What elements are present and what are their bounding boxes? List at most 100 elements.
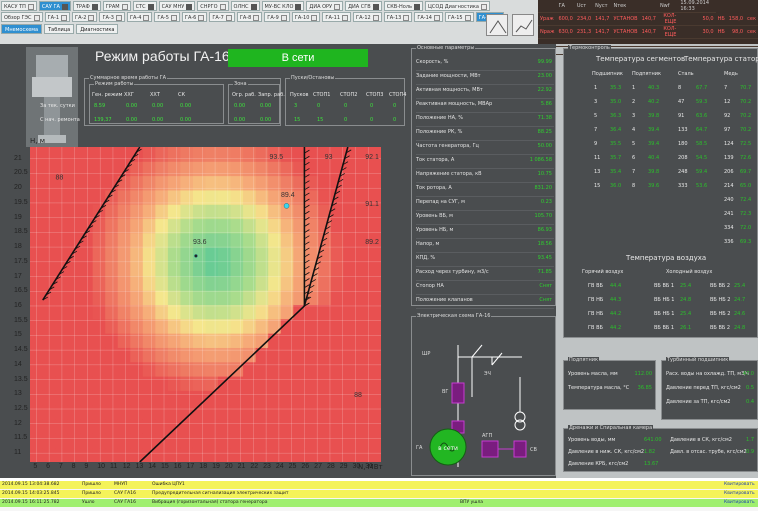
param-value: 93.45 xyxy=(537,255,552,261)
starts-col-header: Пусков xyxy=(290,92,309,98)
heat-cell xyxy=(268,261,282,277)
y-tick-label: 13.5 xyxy=(14,375,28,383)
agp-symbol[interactable] xyxy=(481,440,499,458)
scheme-icon-button[interactable] xyxy=(486,14,508,36)
nav-unit-10[interactable]: ГА-10 xyxy=(291,12,321,22)
heat-cell xyxy=(55,404,69,420)
thermo-cell: 39.8 xyxy=(648,169,660,175)
nav-unit-4[interactable]: ГА-4 xyxy=(126,12,153,22)
heat-cell xyxy=(230,189,244,205)
thermo-cell: 241 xyxy=(724,211,734,217)
heat-cell xyxy=(305,447,319,463)
breaker-vg[interactable] xyxy=(451,382,465,404)
nav-unit-2[interactable]: ГА-2 xyxy=(72,12,98,22)
heat-cell xyxy=(167,304,181,320)
nav-system-7[interactable]: ОЛНС xyxy=(230,1,260,11)
nav-system-12[interactable]: ЦСОД Диагностика xyxy=(424,1,490,11)
heat-cell xyxy=(205,318,219,334)
alarm-ack-button[interactable]: Квитировать xyxy=(724,490,755,498)
nav-unit-1[interactable]: ГА-1 xyxy=(44,12,71,22)
heat-cell xyxy=(55,447,69,463)
heat-cell xyxy=(243,204,257,220)
alarm-ack-button[interactable]: Квитировать xyxy=(724,481,755,489)
nav-system-4[interactable]: СТС xyxy=(132,1,157,11)
operating-mode-chart[interactable]: 88 93.5 93 92.1 91.1 89.2 93.6 88 89.4 xyxy=(30,146,382,463)
nav-system-2[interactable]: ТРАФ xyxy=(72,1,101,11)
nav-system-9[interactable]: ДИА ОРУ xyxy=(306,1,344,11)
nav-system-5[interactable]: САУ МНУ xyxy=(158,1,196,11)
heat-cell xyxy=(343,447,357,463)
alarm-row[interactable]: 2014.09.15 16:11:25.782 Ушло САУ ГА16 Вибра… xyxy=(0,499,758,507)
x-tick-label: 28 xyxy=(326,463,335,470)
nav-unit-12[interactable]: ГА-12 xyxy=(353,12,382,22)
heat-cell xyxy=(218,189,232,205)
heat-cell xyxy=(330,433,344,449)
heat-cell xyxy=(243,404,257,420)
contour-label: 93 xyxy=(325,154,333,161)
heat-cell xyxy=(142,218,156,234)
scheme-label-ga: ГА xyxy=(416,445,423,451)
heat-cell xyxy=(230,275,244,291)
heat-cell xyxy=(67,218,81,234)
y-tick-label: 11 xyxy=(14,449,22,457)
nav-system-3[interactable]: ГРАМ xyxy=(102,1,131,11)
thermo-cell: 214 xyxy=(724,183,734,189)
nav-system-8[interactable]: МУ-ВС КЛО xyxy=(261,1,305,11)
heat-cell xyxy=(305,232,319,248)
summary-header: Uст xyxy=(574,0,594,13)
heat-cell xyxy=(155,376,169,391)
time-col-header: Ген. режим xyxy=(92,92,123,98)
heat-cell xyxy=(180,361,194,377)
nav-unit-14[interactable]: ГА-14 xyxy=(414,12,443,22)
heat-cell xyxy=(305,361,319,377)
thermo-col-header: Подпятник xyxy=(632,71,662,77)
alarm-row[interactable]: 2014.09.15 14:03:25.845 Пришло САУ ГА16 Пре… xyxy=(0,490,758,498)
nav-unit-7[interactable]: ГА-7 xyxy=(209,12,235,22)
thermo-cell: 35.3 xyxy=(610,85,622,91)
nav-system-10[interactable]: ДИА СГВ xyxy=(345,1,382,11)
tab-2[interactable]: Диагностика xyxy=(76,24,119,34)
heat-cell xyxy=(318,161,332,177)
nav-unit-6[interactable]: ГА-6 xyxy=(181,12,208,22)
sv-symbol[interactable] xyxy=(513,440,527,458)
y-tick-label: 11.5 xyxy=(14,434,28,442)
nav-unit-3[interactable]: ГА-3 xyxy=(99,12,125,22)
param-row: Положение клапанов Снят xyxy=(416,293,554,309)
heat-cell xyxy=(368,261,382,277)
chart-canvas: 88 93.5 93 92.1 91.1 89.2 93.6 88 89.4 xyxy=(30,146,382,463)
heat-cell xyxy=(243,304,257,320)
y-tick-label: 17 xyxy=(14,272,22,280)
thermo-cell: 67.7 xyxy=(696,85,708,91)
heat-cell xyxy=(255,290,269,305)
nav-unit-5[interactable]: ГА-5 xyxy=(154,12,180,22)
nav-unit-15[interactable]: ГА-15 xyxy=(444,12,474,22)
heat-cell xyxy=(243,433,257,449)
scheme-icon xyxy=(489,20,507,34)
nav-system-11[interactable]: СКВ-Ноль xyxy=(383,1,423,11)
nav-unit-9[interactable]: ГА-9 xyxy=(264,12,290,22)
alarm-source: МНУП xyxy=(114,482,128,487)
heat-cell xyxy=(80,161,94,177)
nav-system-0[interactable]: КАСУ ТП xyxy=(1,1,37,11)
tab-1[interactable]: Таблица xyxy=(44,24,75,34)
nav-system-6[interactable]: СНРГО xyxy=(197,1,229,11)
heat-cell xyxy=(105,318,119,334)
nav-unit-0[interactable]: Обзор ГЭС xyxy=(1,12,43,22)
nav-unit-13[interactable]: ГА-13 xyxy=(383,12,413,22)
heat-cell xyxy=(117,147,131,162)
heat-cell xyxy=(92,261,106,277)
thermo-cell: 70.2 xyxy=(740,127,752,133)
heat-cell xyxy=(255,419,269,434)
tab-0[interactable]: Мнемосхема xyxy=(1,24,43,34)
alarm-ack-button[interactable]: Квитировать xyxy=(724,499,755,507)
trend-icon-button[interactable] xyxy=(512,14,534,36)
heat-cell xyxy=(355,347,369,363)
nav-unit-8[interactable]: ГА-8 xyxy=(236,12,263,22)
alarm-row[interactable]: 2014.09.15 13:04:38.682 Пришло МНУП Ошибка … xyxy=(0,481,758,489)
thermo-cell: 92 xyxy=(724,113,731,119)
param-value: 88.25 xyxy=(537,129,552,135)
nav-unit-11[interactable]: ГА-11 xyxy=(322,12,352,22)
heat-cell xyxy=(180,347,194,363)
nav-system-1[interactable]: САУ ГА xyxy=(38,1,71,11)
param-name: Частота генератора, Гц xyxy=(416,143,479,149)
